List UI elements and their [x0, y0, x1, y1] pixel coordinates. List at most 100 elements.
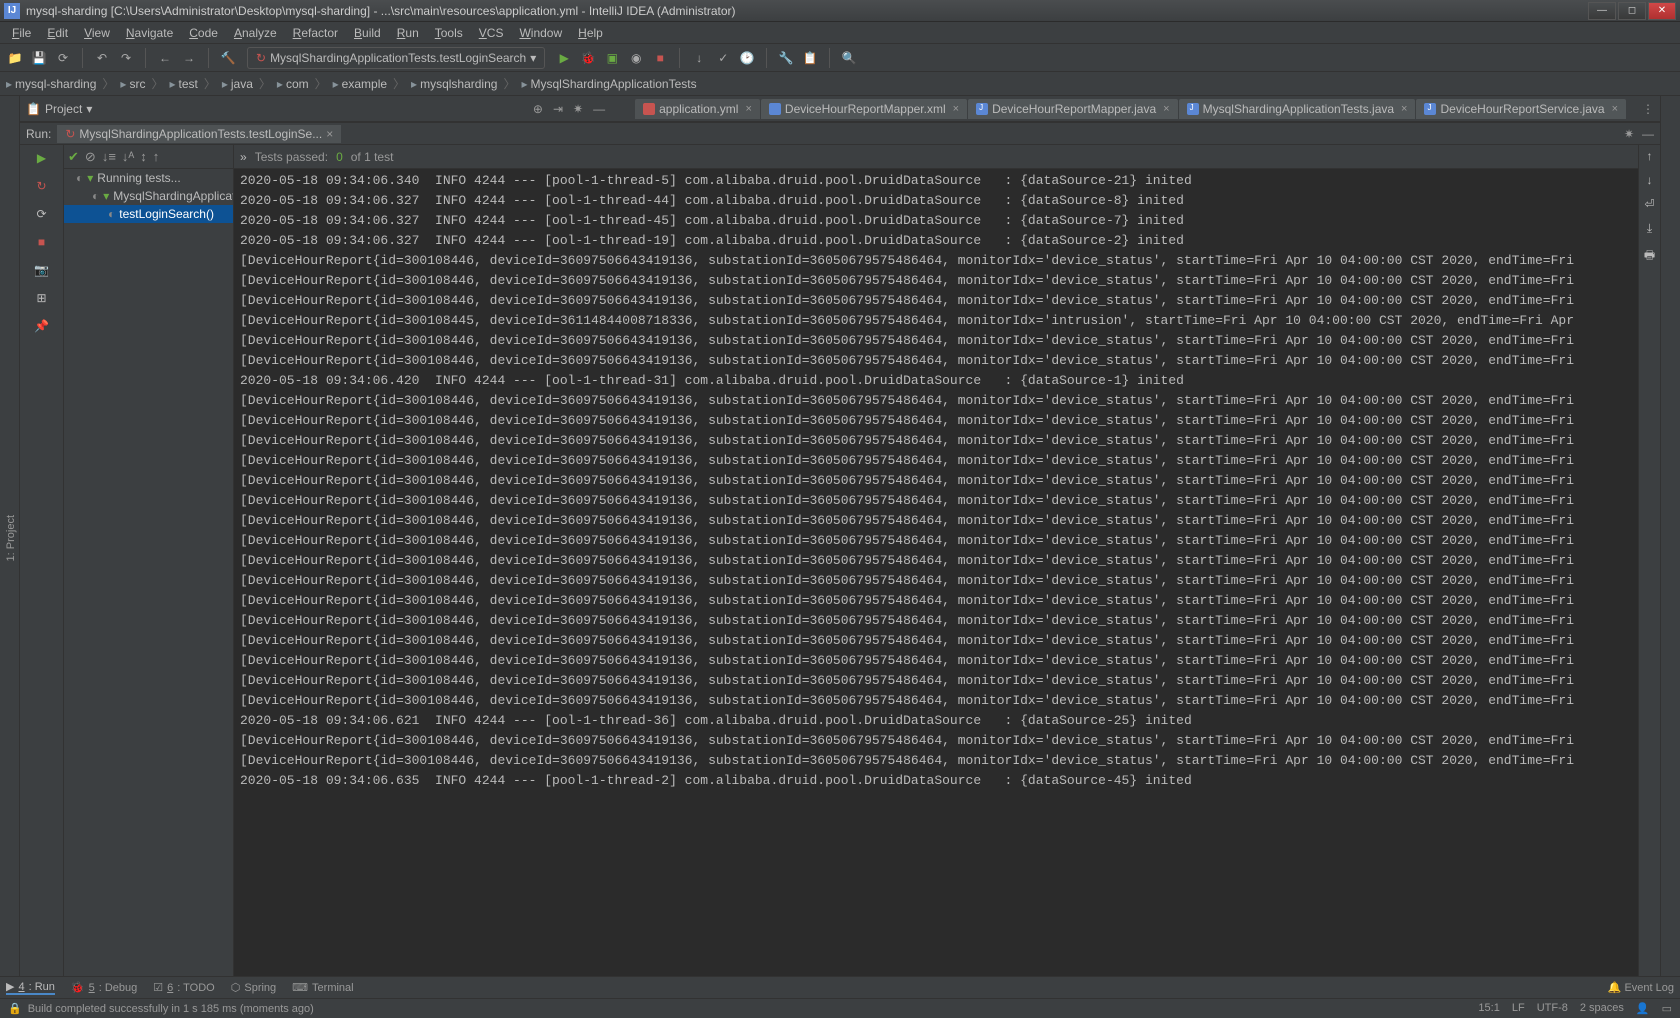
dump-icon[interactable]: 📷 [33, 261, 51, 279]
menu-file[interactable]: File [6, 24, 37, 42]
project-structure-icon[interactable]: 📋 [801, 49, 819, 67]
menu-navigate[interactable]: Navigate [120, 24, 179, 42]
menu-build[interactable]: Build [348, 24, 387, 42]
close-tab-icon[interactable]: × [326, 127, 333, 141]
tool-tab-project[interactable]: 1: Project [3, 509, 19, 567]
run-config-selector[interactable]: ↻ MysqlShardingApplicationTests.testLogi… [247, 47, 545, 69]
close-tab-icon[interactable]: × [1612, 103, 1618, 115]
editor-tab[interactable]: DeviceHourReportService.java× [1416, 99, 1626, 119]
close-tab-icon[interactable]: × [953, 103, 959, 115]
undo-icon[interactable]: ↶ [93, 49, 111, 67]
minimize-button[interactable]: — [1588, 2, 1616, 20]
profile-icon[interactable]: ◉ [627, 49, 645, 67]
sort-icon[interactable]: ↓≡ [102, 149, 116, 164]
tool-tab-spring[interactable]: ⬡Spring [231, 981, 276, 994]
more-tabs-icon[interactable]: ⋮ [1642, 102, 1654, 116]
pin-icon[interactable]: 📌 [33, 317, 51, 335]
menu-tools[interactable]: Tools [429, 24, 469, 42]
collapse-icon[interactable]: ⇥ [553, 102, 563, 116]
run-icon[interactable]: ▶ [555, 49, 573, 67]
close-button[interactable]: ✕ [1648, 2, 1676, 20]
export-icon[interactable]: » [240, 150, 247, 164]
search-everywhere-icon[interactable]: 🔍 [840, 49, 858, 67]
stop-icon[interactable]: ■ [651, 49, 669, 67]
close-tab-icon[interactable]: × [1401, 103, 1407, 115]
memory-indicator-icon[interactable]: ▭ [1662, 1002, 1672, 1015]
vcs-update-icon[interactable]: ↓ [690, 49, 708, 67]
save-icon[interactable]: 💾 [30, 49, 48, 67]
vcs-history-icon[interactable]: 🕑 [738, 49, 756, 67]
sort-alpha-icon[interactable]: ↓ᴬ [122, 149, 134, 164]
breadcrumb-item[interactable]: ▸src [120, 77, 145, 91]
menu-refactor[interactable]: Refactor [287, 24, 344, 42]
menu-vcs[interactable]: VCS [473, 24, 510, 42]
sync-icon[interactable]: ⟳ [54, 49, 72, 67]
layout-icon[interactable]: ⊞ [33, 289, 51, 307]
debug-icon[interactable]: 🐞 [579, 49, 597, 67]
menu-analyze[interactable]: Analyze [228, 24, 283, 42]
console-output[interactable]: 2020-05-18 09:34:06.340 INFO 4244 --- [p… [234, 169, 1638, 976]
breadcrumb-item[interactable]: ▸mysqlsharding [411, 77, 497, 91]
coverage-icon[interactable]: ▣ [603, 49, 621, 67]
project-view-label[interactable]: Project [45, 102, 82, 116]
rerun-failed-icon[interactable]: ↻ [33, 177, 51, 195]
breadcrumb-item[interactable]: ▸test [169, 77, 197, 91]
menu-edit[interactable]: Edit [41, 24, 74, 42]
tool-tab-todo[interactable]: ☑6: TODO [153, 981, 215, 994]
close-tab-icon[interactable]: × [745, 103, 751, 115]
cursor-position[interactable]: 15:1 [1478, 1002, 1499, 1015]
event-log-tab[interactable]: 🔔 Event Log [1608, 981, 1674, 994]
hide-icon[interactable]: — [593, 102, 605, 116]
indent-info[interactable]: 2 spaces [1580, 1002, 1624, 1015]
vcs-commit-icon[interactable]: ✓ [714, 49, 732, 67]
test-class[interactable]: ◐ ▾ MysqlShardingApplicat [64, 187, 233, 205]
gear-icon[interactable]: ✷ [573, 102, 583, 116]
menu-code[interactable]: Code [183, 24, 224, 42]
passed-filter-icon[interactable]: ✔ [68, 149, 79, 165]
maximize-button[interactable]: ◻ [1618, 2, 1646, 20]
open-icon[interactable]: 📁 [6, 49, 24, 67]
expand-icon[interactable]: ↕ [140, 149, 147, 164]
rerun-icon[interactable]: ▶ [33, 149, 51, 167]
editor-tab[interactable]: application.yml× [635, 99, 760, 119]
breadcrumb-item[interactable]: ▸java [222, 77, 253, 91]
collapse-icon[interactable]: ↑ [153, 149, 160, 164]
locate-icon[interactable]: ⊕ [533, 102, 543, 116]
settings-icon[interactable]: 🔧 [777, 49, 795, 67]
close-tab-icon[interactable]: × [1163, 103, 1169, 115]
menu-run[interactable]: Run [391, 24, 425, 42]
breadcrumb-item[interactable]: ▸mysql-sharding [6, 77, 96, 91]
back-icon[interactable]: ← [156, 49, 174, 67]
print-icon[interactable]: 🖶 [1644, 246, 1655, 267]
line-separator[interactable]: LF [1512, 1002, 1525, 1015]
menu-help[interactable]: Help [572, 24, 609, 42]
gear-icon[interactable]: ✷ [1624, 127, 1634, 141]
breadcrumb-item[interactable]: ▸MysqlShardingApplicationTests [521, 77, 696, 91]
down-icon[interactable]: ↓ [1647, 173, 1653, 187]
breadcrumb-item[interactable]: ▸com [277, 77, 309, 91]
soft-wrap-icon[interactable]: ⏎ [1644, 197, 1654, 211]
tool-tab-terminal[interactable]: ⌨Terminal [292, 981, 353, 994]
breadcrumb-item[interactable]: ▸example [333, 77, 387, 91]
editor-tab[interactable]: DeviceHourReportMapper.xml× [761, 99, 967, 119]
status-lock-icon[interactable]: 🔒 [8, 1002, 22, 1015]
hide-icon[interactable]: — [1642, 127, 1654, 141]
up-icon[interactable]: ↑ [1647, 149, 1653, 163]
tool-tab-debug[interactable]: 🐞5: Debug [71, 981, 137, 994]
file-encoding[interactable]: UTF-8 [1537, 1002, 1568, 1015]
menu-window[interactable]: Window [513, 24, 568, 42]
redo-icon[interactable]: ↷ [117, 49, 135, 67]
menu-view[interactable]: View [78, 24, 116, 42]
tool-tab-run[interactable]: ▶4: Run [6, 980, 55, 995]
test-root[interactable]: ◐ ▾ Running tests... [64, 169, 233, 187]
scroll-to-end-icon[interactable]: ⤓ [1647, 221, 1652, 236]
editor-tab[interactable]: MysqlShardingApplicationTests.java× [1179, 99, 1416, 119]
stop-run-icon[interactable]: ■ [33, 233, 51, 251]
inspection-icon[interactable]: 👤 [1636, 1002, 1650, 1015]
chevron-down-icon[interactable]: ▾ [86, 102, 92, 116]
build-icon[interactable]: 🔨 [219, 49, 237, 67]
test-method[interactable]: ◐ testLoginSearch() [64, 205, 233, 223]
run-tab[interactable]: ↻ MysqlShardingApplicationTests.testLogi… [57, 125, 341, 143]
forward-icon[interactable]: → [180, 49, 198, 67]
editor-tab[interactable]: DeviceHourReportMapper.java× [968, 99, 1178, 119]
